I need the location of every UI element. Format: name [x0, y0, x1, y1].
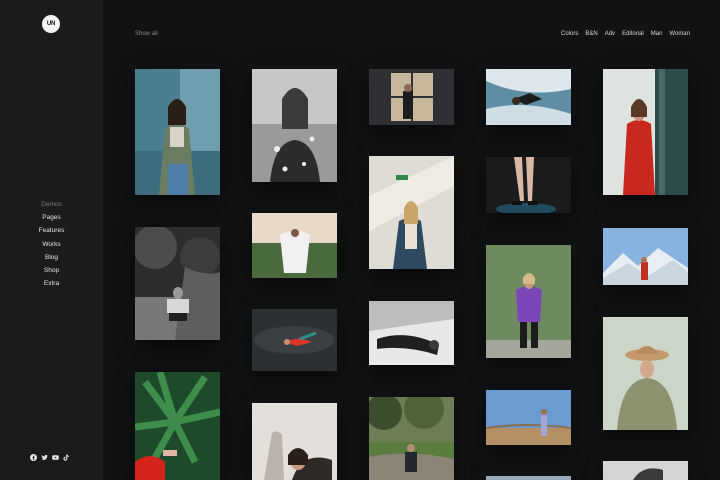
- gallery-photo-woman-hat-blanket[interactable]: [603, 317, 688, 430]
- gallery-photo-forest-sitting[interactable]: [369, 397, 454, 480]
- sidebar-item-blog[interactable]: Blog: [45, 251, 58, 264]
- gallery-photo-woman-lying-bw[interactable]: [369, 301, 454, 365]
- gallery-photo-partial-col5[interactable]: [603, 461, 688, 480]
- filter-colors[interactable]: Colors: [561, 31, 578, 37]
- gallery-photo-woman-mountains[interactable]: [603, 228, 688, 285]
- logo[interactable]: UN: [42, 15, 60, 33]
- gallery-photo-woman-red-coat[interactable]: [603, 69, 688, 195]
- facebook-icon[interactable]: [30, 454, 37, 461]
- youtube-icon[interactable]: [52, 454, 59, 461]
- gallery-photo-woman-knit-sweater[interactable]: [252, 403, 337, 480]
- sidebar-item-shop[interactable]: Shop: [44, 264, 59, 277]
- gallery-photo-sheet-field[interactable]: [252, 213, 337, 278]
- gallery-photo-woman-curtain[interactable]: [135, 69, 220, 195]
- gallery-photo-woman-snow[interactable]: [486, 69, 571, 125]
- tiktok-icon[interactable]: [63, 454, 70, 461]
- gallery-photo-partial-col4[interactable]: [486, 476, 571, 480]
- filter-woman[interactable]: Woman: [669, 31, 690, 37]
- sidebar: UN Demos Pages Features Works Blog Shop …: [0, 0, 103, 480]
- social-links: [30, 454, 70, 461]
- sidebar-item-pages[interactable]: Pages: [42, 211, 60, 224]
- twitter-icon[interactable]: [41, 454, 48, 461]
- sidebar-item-demos[interactable]: Demos: [41, 198, 62, 211]
- sidebar-item-works[interactable]: Works: [42, 238, 60, 251]
- gallery-photo-woman-window[interactable]: [369, 69, 454, 125]
- gallery-photo-woman-water[interactable]: [252, 309, 337, 371]
- gallery-photo-woman-exit-sign[interactable]: [369, 156, 454, 269]
- sidebar-item-extra[interactable]: Extra: [44, 277, 59, 290]
- gallery-photo-woman-field-sky[interactable]: [486, 390, 571, 445]
- gallery-photo-woman-rocks-bw[interactable]: [135, 227, 220, 340]
- sidebar-item-features[interactable]: Features: [39, 224, 65, 237]
- gallery-photo-palm-red[interactable]: [135, 372, 220, 480]
- filter-man[interactable]: Man: [651, 31, 663, 37]
- filter-bn[interactable]: B&N: [585, 31, 597, 37]
- show-all-filter[interactable]: Show all: [135, 31, 158, 37]
- filter-adv[interactable]: Adv: [605, 31, 615, 37]
- category-filters: Colors B&N Adv Editorial Man Woman: [561, 31, 690, 37]
- gallery-photo-legs-heels[interactable]: [486, 157, 571, 213]
- filter-editorial[interactable]: Editorial: [622, 31, 644, 37]
- gallery-photo-woman-purple-coat[interactable]: [486, 245, 571, 358]
- gallery-photo-woman-flowers-bw[interactable]: [252, 69, 337, 182]
- sidebar-nav: Demos Pages Features Works Blog Shop Ext…: [0, 198, 103, 290]
- gallery-main: Show all Colors B&N Adv Editorial Man Wo…: [103, 0, 720, 480]
